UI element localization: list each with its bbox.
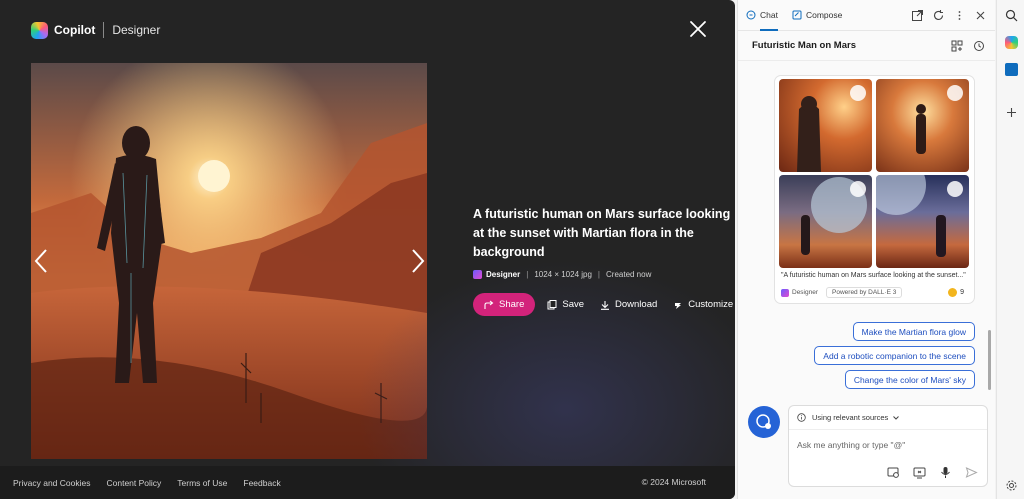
thumbnail-badge-icon — [947, 85, 963, 101]
thumbnail-2[interactable] — [876, 79, 969, 172]
download-label: Download — [615, 299, 658, 310]
share-icon — [484, 300, 494, 309]
designer-logo-icon — [781, 288, 789, 297]
refresh-icon[interactable] — [932, 9, 945, 22]
screenshot-icon[interactable] — [913, 466, 926, 479]
new-topic-button[interactable] — [748, 406, 780, 438]
edge-sidebar-rail — [996, 0, 1024, 499]
history-icon[interactable] — [973, 40, 985, 52]
tab-tools — [903, 9, 987, 22]
more-icon[interactable] — [953, 9, 966, 22]
search-icon[interactable] — [1005, 9, 1018, 22]
powered-by-badge: Powered by DALL·E 3 — [826, 287, 903, 298]
settings-icon[interactable] — [1005, 479, 1018, 492]
input-tools — [887, 466, 991, 479]
thumbnail-badge-icon — [850, 181, 866, 197]
brand-copilot: Copilot — [54, 23, 96, 37]
footer: Privacy and Cookies Content Policy Terms… — [0, 466, 735, 499]
meta-separator: | — [597, 270, 600, 279]
suggestion-chip[interactable]: Make the Martian flora glow — [852, 322, 975, 341]
thumbnail-badge-icon — [947, 181, 963, 197]
compose-icon — [792, 10, 802, 20]
coin-icon — [948, 288, 958, 297]
microphone-icon[interactable] — [939, 466, 952, 479]
share-label: Share — [499, 299, 525, 310]
info-icon — [797, 413, 806, 422]
chevron-right-icon[interactable] — [409, 247, 427, 275]
open-new-tab-icon[interactable] — [911, 9, 924, 22]
save-button[interactable]: Save — [547, 299, 584, 310]
copilot-logo-icon — [31, 21, 48, 39]
image-actions: Share Save Download Customize — [473, 293, 735, 316]
tab-compose-label: Compose — [805, 10, 843, 20]
boost-counter: 9 — [948, 288, 964, 297]
customize-label: Customize — [688, 299, 734, 310]
send-icon[interactable] — [965, 466, 978, 479]
generated-image — [31, 63, 427, 459]
brand-divider — [103, 22, 105, 38]
chat-sidebar: Chat Compose Futuristic Man on Mars "A f… — [737, 0, 995, 499]
brand-header: Copilot Designer — [31, 21, 160, 39]
customize-button[interactable]: Customize — [673, 299, 733, 310]
scrollbar[interactable] — [988, 330, 991, 390]
tab-compose[interactable]: Compose — [792, 0, 842, 31]
chevron-left-icon[interactable] — [32, 247, 50, 275]
download-icon — [601, 300, 610, 310]
image-result-card: "A futuristic human on Mars surface look… — [774, 75, 975, 304]
chat-input[interactable]: Ask me anything or type "@" — [797, 440, 905, 450]
source-selector[interactable]: Using relevant sources — [797, 413, 906, 422]
thumbnail-4[interactable] — [876, 175, 969, 268]
customize-icon — [675, 302, 682, 309]
conversation-title: Futuristic Man on Mars — [752, 40, 856, 51]
meta-separator: | — [526, 270, 529, 279]
image-title: A futuristic human on Mars surface looki… — [473, 207, 731, 259]
footer-link-terms[interactable]: Terms of Use — [177, 478, 227, 488]
chat-icon — [746, 10, 756, 20]
card-caption: "A futuristic human on Mars surface look… — [781, 272, 966, 279]
image-meta: Designer | 1024 × 1024 jpg | Created now — [473, 270, 651, 279]
designer-panel: Copilot Designer A futuristic human on M… — [0, 0, 735, 499]
tab-chat[interactable]: Chat — [746, 0, 778, 31]
image-search-icon[interactable] — [887, 466, 900, 479]
suggestion-chip[interactable]: Add a robotic companion to the scene — [814, 346, 975, 365]
meta-source: Designer — [486, 270, 521, 279]
close-icon[interactable] — [688, 19, 708, 39]
brand-designer: Designer — [112, 23, 161, 37]
conversation-header: Futuristic Man on Mars — [738, 31, 995, 61]
meta-status: Created now — [606, 270, 652, 279]
card-source[interactable]: Designer — [792, 289, 818, 296]
chat-input-box: Using relevant sources Ask me anything o… — [788, 405, 988, 487]
tab-chat-label: Chat — [760, 10, 778, 20]
chat-tabs: Chat Compose — [738, 0, 995, 31]
new-topic-icon — [756, 414, 771, 429]
thumbnail-3[interactable] — [779, 175, 872, 268]
divider — [789, 429, 987, 430]
outlook-icon[interactable] — [1005, 63, 1018, 76]
save-icon — [547, 299, 557, 309]
footer-link-content-policy[interactable]: Content Policy — [106, 478, 161, 488]
thumbnail-badge-icon — [850, 85, 866, 101]
source-selector-label: Using relevant sources — [812, 413, 889, 422]
close-icon[interactable] — [974, 9, 987, 22]
add-icon[interactable] — [1005, 106, 1018, 119]
suggestion-chip[interactable]: Change the color of Mars' sky — [844, 370, 975, 389]
thumbnail-1[interactable] — [779, 79, 872, 172]
footer-link-feedback[interactable]: Feedback — [243, 478, 280, 488]
chevron-down-icon — [893, 415, 900, 420]
copilot-icon[interactable] — [1005, 36, 1018, 49]
designer-logo-icon — [473, 270, 482, 279]
share-button[interactable]: Share — [473, 293, 536, 316]
footer-link-privacy[interactable]: Privacy and Cookies — [13, 478, 90, 488]
collection-icon[interactable] — [951, 40, 963, 52]
meta-size: 1024 × 1024 jpg — [534, 270, 592, 279]
conversation-tools — [941, 40, 985, 52]
card-footer: Designer Powered by DALL·E 3 — [781, 287, 903, 298]
footer-copyright: © 2024 Microsoft — [641, 477, 706, 487]
save-label: Save — [562, 299, 585, 310]
download-button[interactable]: Download — [600, 299, 657, 310]
boost-count: 9 — [960, 289, 964, 296]
